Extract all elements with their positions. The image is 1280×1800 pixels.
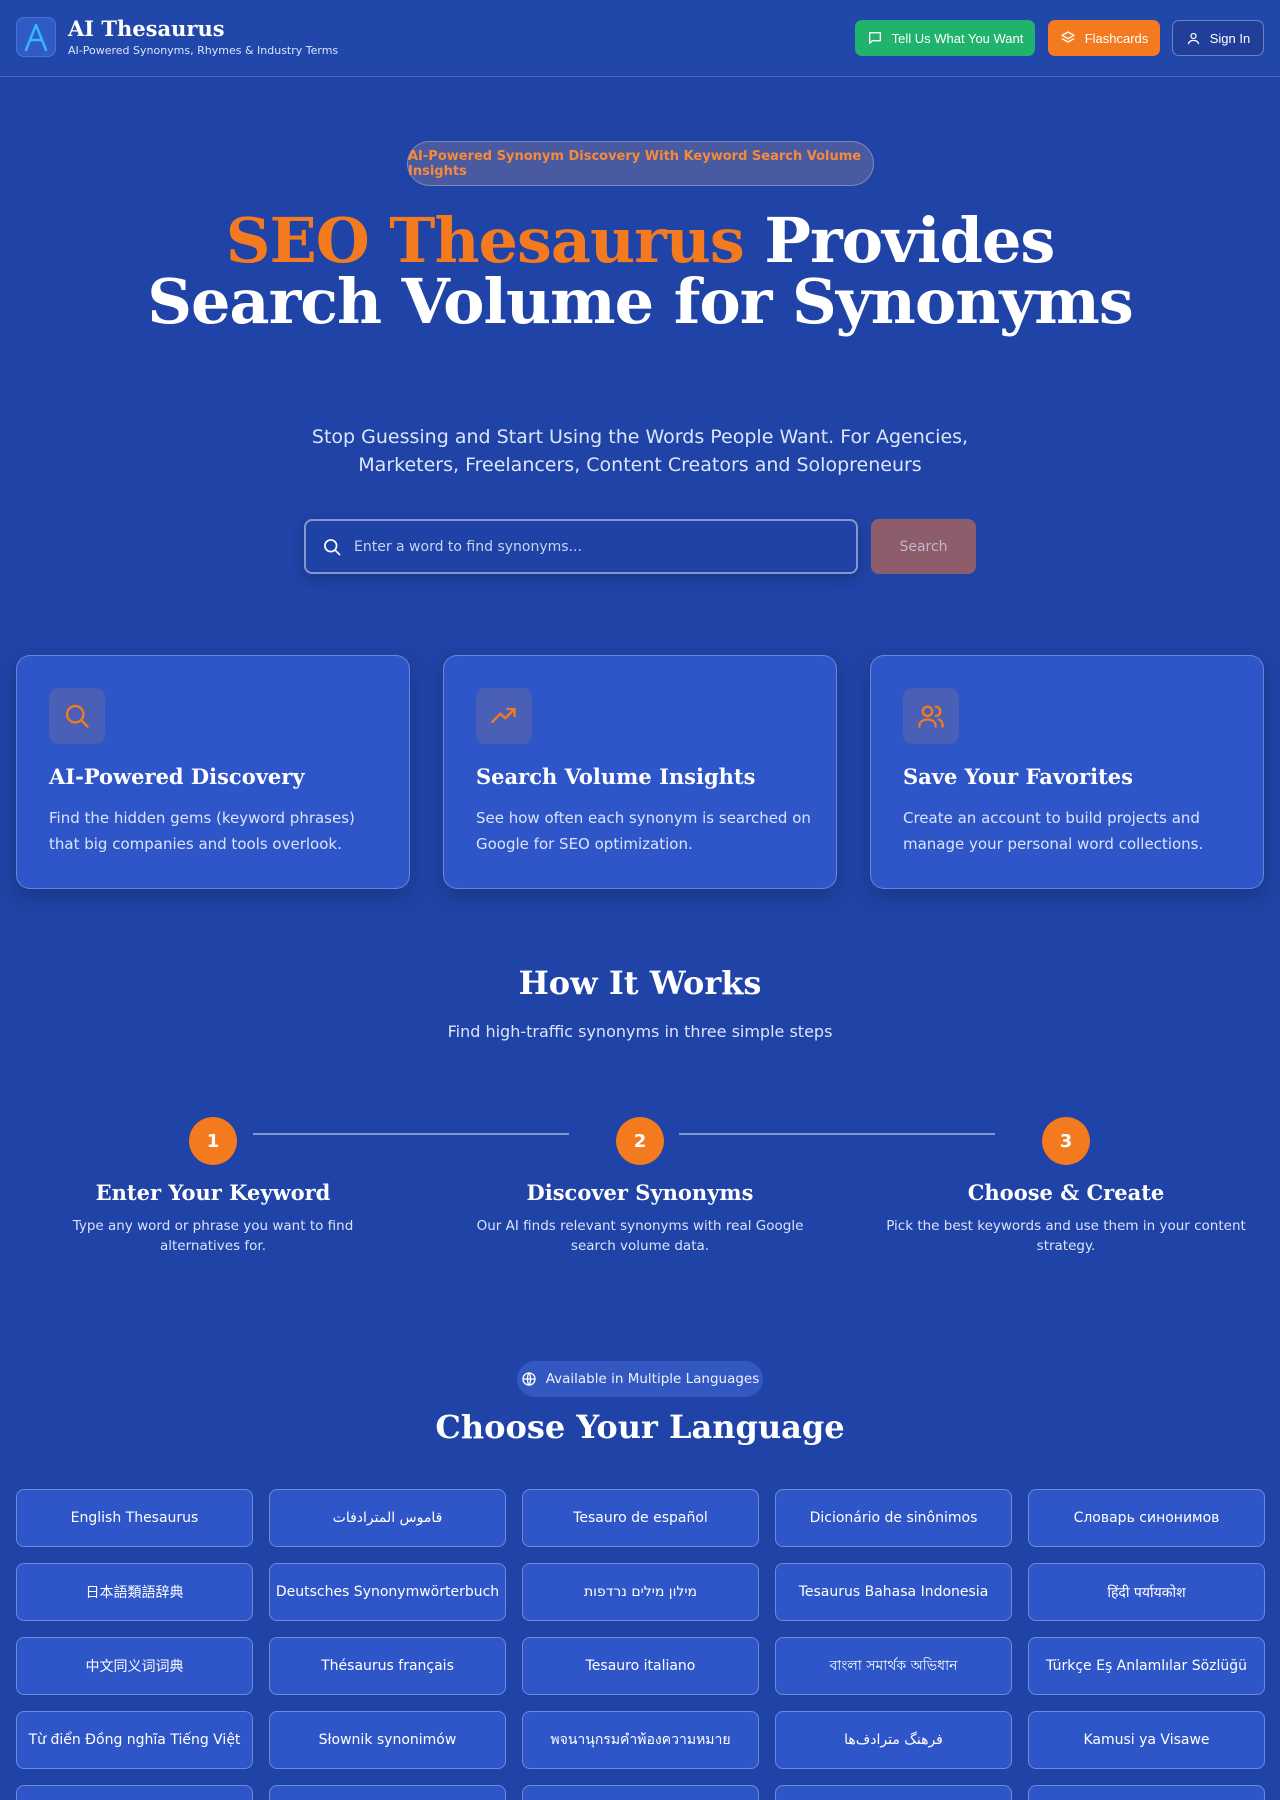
feature-description: Create an account to build projects and … <box>903 809 1204 853</box>
feature-title: AI-Powered Discovery <box>49 764 305 789</box>
step-number: 3 <box>1042 1117 1090 1165</box>
step-title: Discover Synonyms <box>526 1180 754 1205</box>
language-button-persian[interactable]: فرهنگ مترادف‌ها <box>775 1711 1012 1769</box>
language-button-more[interactable] <box>269 1785 506 1800</box>
how-it-works-subtitle: Find high-traffic synonyms in three simp… <box>447 1022 833 1041</box>
language-button-thai[interactable]: พจนานุกรมคำพ้องความหมาย <box>522 1711 759 1769</box>
hero-subtitle: Stop Guessing and Start Using the Words … <box>311 426 969 476</box>
step-number: 2 <box>616 1117 664 1165</box>
language-button-french[interactable]: Thésaurus français <box>269 1637 506 1695</box>
language-button-chinese[interactable]: 中文同义词词典 <box>16 1637 253 1695</box>
language-button-english[interactable]: English Thesaurus <box>16 1489 253 1547</box>
feature-description: Find the hidden gems (keyword phrases) t… <box>49 809 355 853</box>
feature-title: Save Your Favorites <box>903 764 1133 789</box>
feature-icon-box <box>49 688 105 744</box>
feature-icon-box <box>903 688 959 744</box>
feature-title: Search Volume Insights <box>476 764 756 789</box>
search-icon <box>65 704 89 728</box>
language-button-bengali[interactable]: বাংলা সমার্থক অভিধান <box>775 1637 1012 1695</box>
language-button-more[interactable] <box>522 1785 759 1800</box>
trending-up-icon <box>491 707 516 723</box>
language-button-indonesian[interactable]: Tesaurus Bahasa Indonesia <box>775 1563 1012 1621</box>
step-number: 1 <box>189 1117 237 1165</box>
step-description: Our AI finds relevant synonyms with real… <box>476 1218 804 1254</box>
feedback-button[interactable]: Tell Us What You Want <box>855 20 1035 56</box>
search-button[interactable]: Search <box>871 519 976 574</box>
flashcards-button-label: Flashcards <box>1084 30 1149 46</box>
feature-card-search-volume: Search Volume Insights See how often eac… <box>443 655 837 889</box>
user-icon <box>1187 32 1199 44</box>
flashcards-button[interactable]: Flashcards <box>1048 20 1160 56</box>
language-button-spanish[interactable]: Tesauro de español <box>522 1489 759 1547</box>
language-button-italian[interactable]: Tesauro italiano <box>522 1637 759 1695</box>
feature-description: See how often each synonym is searched o… <box>476 809 811 853</box>
step-description: Type any word or phrase you want to find… <box>72 1218 354 1254</box>
language-button-swahili[interactable]: Kamusi ya Visawe <box>1028 1711 1265 1769</box>
logo-icon <box>24 23 48 52</box>
step-connector <box>253 1133 569 1135</box>
how-it-works-title: How It Works <box>518 964 762 1002</box>
language-button-russian[interactable]: Словарь синонимов <box>1028 1489 1265 1547</box>
language-button-japanese[interactable]: 日本語類語辞典 <box>16 1563 253 1621</box>
feedback-button-label: Tell Us What You Want <box>891 30 1024 46</box>
language-button-hindi[interactable]: हिंदी पर्यायकोश <box>1028 1563 1265 1621</box>
globe-icon <box>522 1372 536 1386</box>
search-icon <box>324 539 341 556</box>
feature-card-discovery: AI-Powered Discovery Find the hidden gem… <box>16 655 410 889</box>
hero-title: SEO Thesaurus Provides Search Volume for… <box>140 210 1140 333</box>
language-grid: English Thesaurus قاموس المترادفات Tesau… <box>16 1489 1265 1800</box>
language-button-turkish[interactable]: Türkçe Eş Anlamlılar Sözlüğü <box>1028 1637 1265 1695</box>
language-button-polish[interactable]: Słownik synonimów <box>269 1711 506 1769</box>
step-connector <box>679 1133 995 1135</box>
step-title: Choose & Create <box>967 1180 1165 1205</box>
languages-title: Choose Your Language <box>435 1408 845 1446</box>
language-button-more[interactable] <box>16 1785 253 1800</box>
language-button-german[interactable]: Deutsches Synonymwörterbuch <box>269 1563 506 1621</box>
language-button-more[interactable] <box>775 1785 1012 1800</box>
step-description: Pick the best keywords and use them in y… <box>886 1218 1246 1254</box>
search-box <box>304 519 858 574</box>
feature-icon-box <box>476 688 532 744</box>
layers-icon <box>1061 31 1075 43</box>
users-icon <box>918 705 944 728</box>
step-title: Enter Your Keyword <box>95 1180 331 1205</box>
feature-card-favorites: Save Your Favorites Create an account to… <box>870 655 1264 889</box>
site-title[interactable]: AI Thesaurus <box>68 16 225 41</box>
sign-in-button[interactable]: Sign In <box>1172 20 1264 56</box>
search-input[interactable] <box>354 521 844 572</box>
site-header: AI Thesaurus AI-Powered Synonyms, Rhymes… <box>0 0 1280 77</box>
message-icon <box>868 31 881 44</box>
languages-badge-label: Available in Multiple Languages <box>545 1371 760 1387</box>
language-button-vietnamese[interactable]: Từ điển Đồng nghĩa Tiếng Việt <box>16 1711 253 1769</box>
logo[interactable] <box>16 17 56 57</box>
hero-badge: AI-Powered Synonym Discovery With Keywor… <box>407 141 874 186</box>
languages-badge: Available in Multiple Languages <box>517 1361 763 1397</box>
language-button-portuguese[interactable]: Dicionário de sinônimos <box>775 1489 1012 1547</box>
language-button-hebrew[interactable]: מילון מילים נרדפות <box>522 1563 759 1621</box>
site-tagline: AI-Powered Synonyms, Rhymes & Industry T… <box>68 44 339 57</box>
language-button-more[interactable] <box>1028 1785 1265 1800</box>
language-button-arabic[interactable]: قاموس المترادفات <box>269 1489 506 1547</box>
sign-in-button-label: Sign In <box>1209 30 1251 46</box>
